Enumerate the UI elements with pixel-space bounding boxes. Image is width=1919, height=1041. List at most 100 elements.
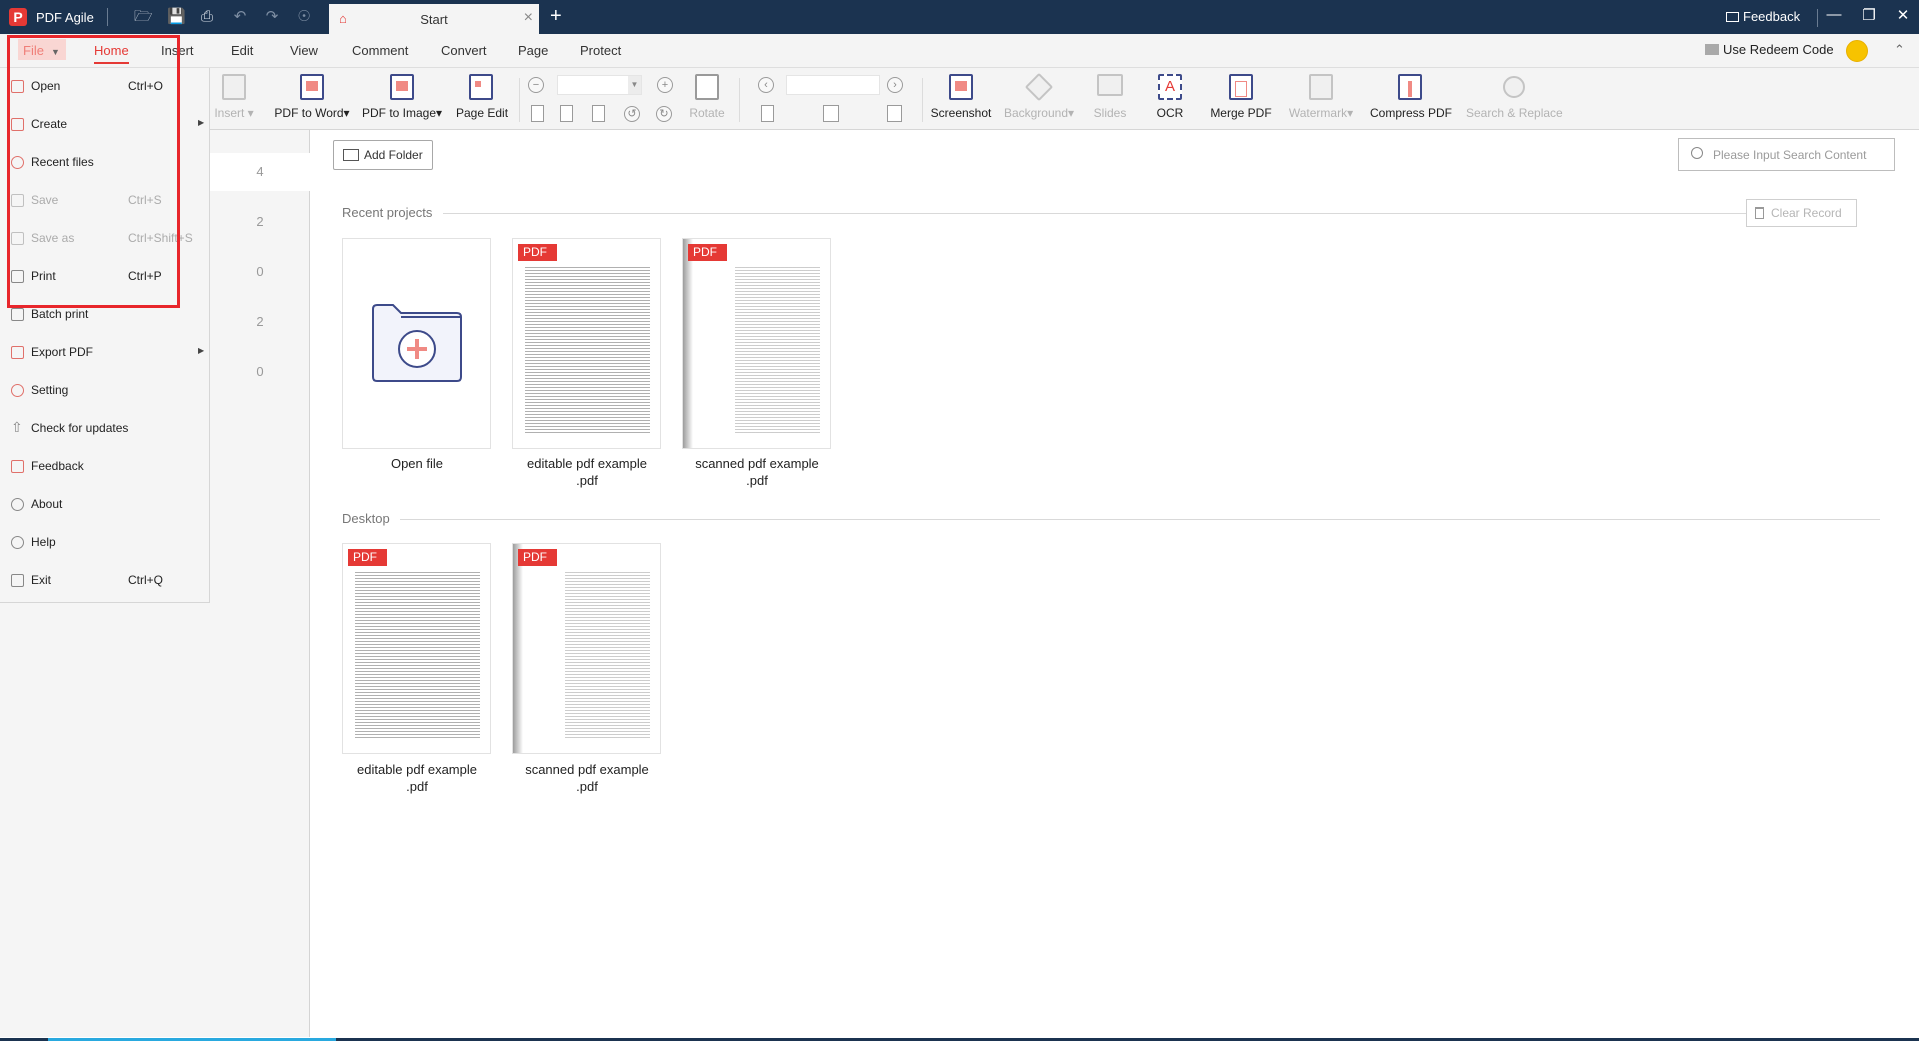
feedback-icon — [1726, 12, 1739, 22]
tab-convert[interactable]: Convert — [441, 43, 487, 58]
divider — [443, 213, 1746, 214]
fit-page-icon[interactable] — [560, 105, 573, 122]
next-page-icon[interactable]: › — [887, 77, 903, 93]
file-card-editable[interactable]: PDF — [512, 238, 661, 449]
search-icon — [1691, 147, 1703, 159]
minimize-button[interactable]: — — [1824, 6, 1844, 23]
screenshot-label: Screenshot — [930, 106, 992, 120]
sidebar-count[interactable]: 2 — [210, 303, 310, 341]
page-edit-label: Page Edit — [456, 106, 509, 120]
page-edit-button[interactable]: Page Edit — [456, 68, 509, 130]
new-tab-button[interactable]: + — [550, 5, 562, 28]
rotate-right-icon[interactable]: ↻ — [656, 106, 672, 122]
menu-item-help[interactable]: Help — [0, 524, 210, 562]
pdf-to-word-button[interactable]: PDF to Word▾ — [274, 68, 350, 130]
title-bar: P PDF Agile 🗁 💾 ⎙ ↶ ↷ ☉ ⌂ Start × + Feed… — [0, 0, 1919, 34]
clear-record-button[interactable]: Clear Record — [1746, 199, 1857, 227]
two-page-icon[interactable] — [823, 105, 839, 122]
card-label: Open file — [390, 456, 444, 471]
tab-page[interactable]: Page — [518, 43, 548, 58]
tab-edit[interactable]: Edit — [231, 43, 253, 58]
sidebar-count[interactable]: 2 — [210, 203, 310, 241]
ocr-button[interactable]: A OCR — [1152, 68, 1188, 130]
screenshot-button[interactable]: Screenshot — [930, 68, 992, 130]
open-folder-icon[interactable]: 🗁 — [134, 8, 153, 26]
gear-icon — [11, 384, 24, 397]
save-icon[interactable]: 💾 — [167, 8, 186, 26]
tab-label: Start — [420, 12, 448, 27]
merge-pdf-button[interactable]: Merge PDF — [1210, 68, 1272, 130]
zoom-out-icon[interactable]: − — [528, 77, 544, 93]
search-replace-button[interactable]: Search & Replace — [1466, 68, 1563, 130]
slides-label: Slides — [1093, 106, 1127, 120]
feedback-button[interactable]: Feedback — [1726, 9, 1800, 24]
undo-icon[interactable]: ↶ — [231, 8, 249, 26]
sidebar-count[interactable]: 0 — [210, 253, 310, 291]
menu-item-check-updates[interactable]: ⇧ Check for updates — [0, 410, 210, 448]
menu-item-about[interactable]: About — [0, 486, 210, 524]
open-file-card[interactable] — [342, 238, 491, 449]
background-button[interactable]: Background▾ — [1000, 68, 1078, 130]
add-folder-button[interactable]: Add Folder — [333, 140, 433, 170]
redo-icon[interactable]: ↷ — [263, 8, 281, 26]
watermark-button[interactable]: Watermark▾ — [1286, 68, 1356, 130]
compress-pdf-button[interactable]: Compress PDF — [1370, 68, 1453, 130]
page-number-input[interactable] — [786, 75, 880, 95]
search-box[interactable] — [1678, 138, 1895, 171]
pdf-thumbnail — [565, 572, 650, 739]
pdf-badge: PDF — [518, 549, 557, 566]
menu-item-feedback[interactable]: Feedback — [0, 448, 210, 486]
slides-button[interactable]: Slides — [1090, 68, 1130, 130]
rotate-left-icon[interactable]: ↺ — [624, 106, 640, 122]
app-logo-icon: P — [9, 8, 27, 26]
screenshot-icon — [949, 74, 973, 100]
close-tab-icon[interactable]: × — [524, 9, 533, 27]
rotate-button[interactable]: Rotate — [687, 68, 727, 130]
pdf-to-image-label: PDF to Image▾ — [362, 106, 443, 120]
clear-record-label: Clear Record — [1771, 206, 1842, 220]
rotate-label: Rotate — [689, 106, 725, 120]
menu-item-setting[interactable]: Setting — [0, 372, 210, 410]
pdf-to-image-button[interactable]: PDF to Image▾ — [362, 68, 442, 130]
actual-size-icon[interactable] — [531, 105, 544, 122]
menu-item-label: Help — [31, 535, 56, 549]
zoom-level-select[interactable]: ▼ — [557, 75, 642, 95]
collapse-ribbon-icon[interactable]: ⌃ — [1894, 42, 1905, 58]
insert-button[interactable]: Insert ▾ — [212, 68, 256, 130]
divider — [400, 519, 1880, 520]
merge-pdf-label: Merge PDF — [1210, 106, 1272, 120]
home-circle-icon[interactable]: ☉ — [295, 8, 313, 26]
tab-comment[interactable]: Comment — [352, 43, 408, 58]
insert-label: Insert ▾ — [214, 106, 254, 120]
avatar[interactable] — [1846, 40, 1868, 62]
submenu-arrow-icon: ▶ — [198, 118, 205, 127]
menu-item-label: Exit — [31, 573, 52, 587]
file-card-scanned[interactable]: PDF — [512, 543, 661, 754]
compress-pdf-label: Compress PDF — [1370, 106, 1453, 120]
previous-page-icon[interactable]: ‹ — [758, 77, 774, 93]
file-card-scanned[interactable]: PDF — [682, 238, 831, 449]
tab-view[interactable]: View — [290, 43, 318, 58]
tab-protect[interactable]: Protect — [580, 43, 621, 58]
zoom-in-icon[interactable]: + — [657, 77, 673, 93]
add-folder-label: Add Folder — [364, 148, 423, 162]
print-icon[interactable]: ⎙ — [198, 8, 216, 26]
sidebar-count[interactable]: 4 — [210, 153, 310, 191]
magnifier-icon — [1503, 76, 1525, 98]
sidebar-count[interactable]: 0 — [210, 353, 310, 391]
fit-width-icon[interactable] — [592, 105, 605, 122]
section-desktop: Desktop — [342, 511, 390, 526]
close-window-button[interactable]: ✕ — [1893, 6, 1913, 24]
file-card-editable[interactable]: PDF — [342, 543, 491, 754]
scroll-mode-icon[interactable] — [887, 105, 902, 122]
search-input[interactable] — [1713, 145, 1888, 165]
redeem-code-button[interactable]: Use Redeem Code — [1705, 42, 1834, 57]
single-page-icon[interactable] — [761, 105, 774, 122]
menu-item-label: About — [31, 497, 63, 511]
restore-button[interactable]: ❐ — [1859, 6, 1879, 24]
folder-plus-icon — [372, 304, 462, 382]
menu-item-export-pdf[interactable]: Export PDF ▶ — [0, 334, 210, 372]
help-icon — [11, 536, 24, 549]
tab-start[interactable]: ⌂ Start × — [329, 4, 539, 34]
menu-item-exit[interactable]: Exit Ctrl+Q — [0, 562, 210, 600]
